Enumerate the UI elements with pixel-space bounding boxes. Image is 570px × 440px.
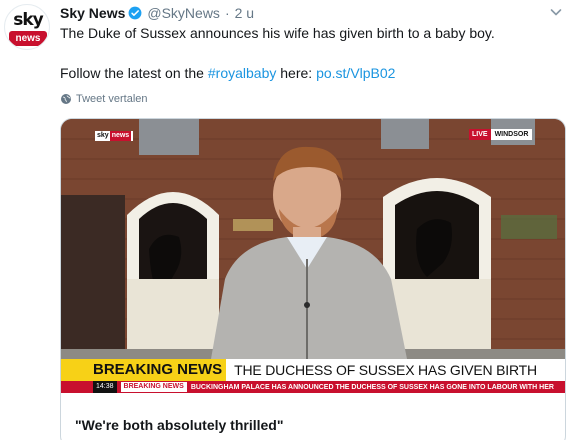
- tweet-header: Sky News @SkyNews · 2 u: [60, 4, 254, 22]
- url-link[interactable]: po.st/VlpB02: [316, 65, 395, 81]
- tweet-timestamp[interactable]: 2 u: [235, 5, 254, 21]
- video-frame-illustration: [61, 119, 565, 393]
- tweet-text-line1: The Duke of Sussex announces his wife ha…: [60, 25, 495, 41]
- hashtag-link[interactable]: #royalbaby: [208, 65, 277, 81]
- video-thumbnail[interactable]: sky news LIVE WINDSOR BREAKING NEWS THE …: [61, 119, 565, 393]
- avatar-sky-text: sky: [13, 10, 44, 30]
- translate-label: Tweet vertalen: [76, 93, 148, 105]
- separator-dot: ·: [224, 5, 230, 21]
- tweet-text-line2: Follow the latest on the #royalbaby here…: [60, 64, 395, 82]
- tweet-text-prefix: Follow the latest on the: [60, 65, 208, 81]
- channel-logo: sky news: [95, 131, 134, 141]
- ticker-clock: 14:38: [93, 381, 117, 393]
- news-ticker: 14:38 BREAKING NEWS BUCKINGHAM PALACE HA…: [61, 381, 565, 393]
- card-title[interactable]: "We're both absolutely thrilled": [75, 417, 283, 433]
- globe-icon: [61, 94, 71, 104]
- avatar[interactable]: sky news: [4, 4, 50, 50]
- ticker-text: BUCKINGHAM PALACE HAS ANNOUNCED THE DUCH…: [190, 383, 554, 391]
- channel-logo-sky: sky: [97, 132, 109, 139]
- live-badge: LIVE WINDSOR: [469, 129, 533, 140]
- channel-logo-news: news: [109, 131, 132, 141]
- account-name[interactable]: Sky News: [60, 5, 125, 21]
- breaking-headline: THE DUCHESS OF SUSSEX HAS GIVEN BIRTH: [234, 362, 537, 378]
- ticker-label: BREAKING NEWS: [120, 382, 187, 392]
- breaking-news-banner: BREAKING NEWS THE DUCHESS OF SUSSEX HAS …: [61, 359, 565, 381]
- media-card[interactable]: sky news LIVE WINDSOR BREAKING NEWS THE …: [60, 118, 566, 440]
- location-label: WINDSOR: [490, 129, 533, 140]
- translate-tweet-button[interactable]: Tweet vertalen: [60, 93, 148, 105]
- breaking-news-label: BREAKING NEWS: [61, 359, 227, 381]
- verified-badge-icon: [128, 6, 142, 20]
- avatar-news-text: news: [9, 31, 47, 46]
- live-label: LIVE: [469, 129, 491, 140]
- tweet-text-mid: here:: [276, 65, 317, 81]
- account-handle[interactable]: @SkyNews: [147, 5, 220, 21]
- tweet[interactable]: sky news Sky News @SkyNews · 2 u The Duk…: [0, 0, 570, 440]
- chevron-down-icon[interactable]: [548, 4, 564, 20]
